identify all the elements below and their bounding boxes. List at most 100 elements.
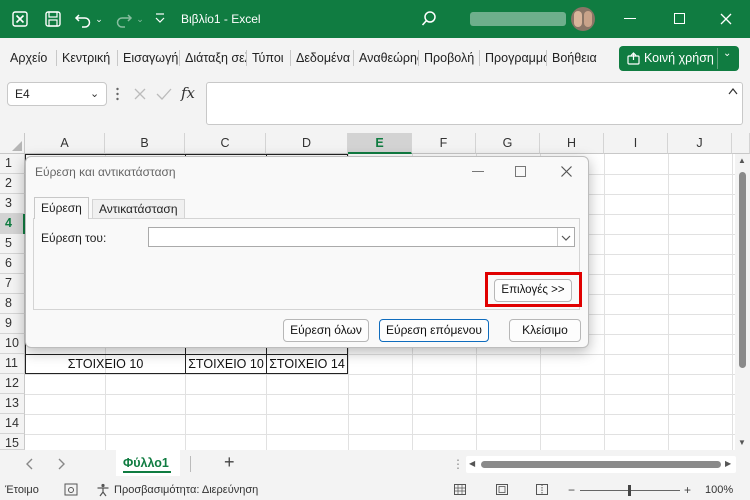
tab-file[interactable]: Αρχείο xyxy=(4,48,56,68)
column-header-selected[interactable]: E xyxy=(348,133,412,154)
undo-dropdown-icon[interactable]: ⌄ xyxy=(94,0,104,38)
dialog-tab-replace[interactable]: Αντικατάσταση xyxy=(92,199,185,219)
find-input[interactable] xyxy=(148,227,575,247)
options-button[interactable]: Επιλογές >> xyxy=(494,279,572,302)
vertical-scroll-thumb[interactable] xyxy=(739,172,746,368)
share-button[interactable]: Κοινή χρήση ⌄ xyxy=(619,46,739,71)
find-all-button[interactable]: Εύρεση όλων xyxy=(283,319,369,342)
close-window-icon[interactable] xyxy=(718,11,734,27)
zoom-out-icon[interactable]: − xyxy=(568,483,575,497)
redo-icon[interactable] xyxy=(115,10,133,28)
customize-toolbar-icon[interactable] xyxy=(154,11,166,25)
cancel-entry-icon[interactable] xyxy=(133,87,147,101)
vertical-scrollbar[interactable]: ▲ ▼ xyxy=(735,154,750,450)
tab-home[interactable]: Κεντρική xyxy=(56,48,117,68)
save-icon[interactable] xyxy=(44,10,62,28)
column-header[interactable]: G xyxy=(476,133,540,154)
prev-sheet-icon[interactable] xyxy=(24,457,34,471)
redo-dropdown-icon[interactable]: ⌄ xyxy=(135,0,145,38)
tab-help[interactable]: Βοήθεια xyxy=(546,48,606,68)
row-header[interactable]: 1 xyxy=(0,154,25,174)
more-options-icon[interactable] xyxy=(116,87,119,101)
accessibility-icon[interactable] xyxy=(96,483,110,497)
cell-d11[interactable]: ΣΤΟΙΧΕΙΟ 14 xyxy=(267,354,347,374)
sheet-tab-active[interactable]: Φύλλο1 xyxy=(116,450,180,476)
row-header[interactable]: 14 xyxy=(0,414,25,434)
row-header[interactable]: 15 xyxy=(0,434,25,450)
name-box-dropdown-icon[interactable]: ⌄ xyxy=(90,83,99,105)
name-box[interactable]: E4 ⌄ xyxy=(7,82,107,106)
row-header[interactable]: 2 xyxy=(0,174,25,194)
row-header[interactable]: 10 xyxy=(0,334,25,354)
row-header[interactable]: 5 xyxy=(0,234,25,254)
sheet-tab-underline xyxy=(123,471,171,473)
scroll-left-icon[interactable]: ◀ xyxy=(469,459,475,468)
tab-insert[interactable]: Εισαγωγή xyxy=(117,48,179,68)
tab-bar-menu-icon[interactable]: ⋮ xyxy=(452,457,464,471)
cell-c11[interactable]: ΣΤΟΙΧΕΙΟ 10 xyxy=(186,354,266,374)
maximize-icon[interactable] xyxy=(674,13,685,24)
page-layout-view-icon[interactable] xyxy=(496,484,508,495)
close-button[interactable]: Κλείσιμο xyxy=(509,319,581,342)
title-bar: ⌄ ⌄ Βιβλίο1 - Excel xyxy=(0,0,750,38)
row-header[interactable]: 8 xyxy=(0,294,25,314)
add-sheet-icon[interactable]: + xyxy=(224,452,235,473)
column-header[interactable]: B xyxy=(105,133,185,154)
find-dropdown-icon[interactable] xyxy=(560,232,572,242)
accessibility-status[interactable]: Προσβασιμότητα: Διερεύνηση xyxy=(114,484,258,496)
insert-function-icon[interactable]: fx xyxy=(181,84,195,102)
column-header[interactable]: C xyxy=(185,133,266,154)
tab-page-layout[interactable]: Διάταξη σελίδας xyxy=(179,48,246,68)
cell-a11[interactable]: ΣΤΟΙΧΕΙΟ 10 xyxy=(26,354,185,374)
zoom-in-icon[interactable]: + xyxy=(684,483,691,497)
scroll-right-icon[interactable]: ▶ xyxy=(725,459,731,468)
column-header[interactable]: I xyxy=(604,133,668,154)
tab-separator xyxy=(190,456,191,472)
row-header[interactable]: 13 xyxy=(0,394,25,414)
zoom-level[interactable]: 100% xyxy=(705,484,733,496)
tab-review[interactable]: Αναθεώρηση xyxy=(353,48,418,68)
dialog-tab-find[interactable]: Εύρεση xyxy=(34,197,89,219)
search-icon[interactable] xyxy=(420,10,438,28)
page-break-view-icon[interactable] xyxy=(536,484,548,495)
dialog-close-icon[interactable] xyxy=(560,165,573,178)
column-header[interactable]: A xyxy=(25,133,105,154)
formula-input[interactable] xyxy=(206,82,743,125)
tab-developer[interactable]: Προγραμματιστής xyxy=(479,48,546,68)
tab-formulas[interactable]: Τύποι xyxy=(246,48,290,68)
find-replace-dialog: Εύρεση και αντικατάσταση Εύρεση Αντικατά… xyxy=(25,156,589,348)
row-header[interactable]: 12 xyxy=(0,374,25,394)
tab-view[interactable]: Προβολή xyxy=(418,48,479,68)
dialog-minimize-icon[interactable] xyxy=(472,171,484,172)
zoom-slider-thumb[interactable] xyxy=(628,485,631,496)
undo-icon[interactable] xyxy=(74,10,92,28)
column-header[interactable]: D xyxy=(266,133,348,154)
row-header[interactable]: 6 xyxy=(0,254,25,274)
find-next-button[interactable]: Εύρεση επόμενου xyxy=(379,319,489,342)
row-header[interactable]: 11 xyxy=(0,354,25,374)
scroll-up-icon[interactable]: ▲ xyxy=(738,156,746,165)
row-header[interactable]: 9 xyxy=(0,314,25,334)
minimize-icon[interactable] xyxy=(624,18,636,19)
column-header[interactable]: J xyxy=(668,133,732,154)
column-header[interactable]: H xyxy=(540,133,604,154)
scroll-down-icon[interactable]: ▼ xyxy=(738,438,746,447)
normal-view-icon[interactable] xyxy=(454,484,466,495)
share-dropdown-icon[interactable]: ⌄ xyxy=(723,48,731,59)
select-all-corner[interactable] xyxy=(0,133,25,154)
horizontal-scrollbar[interactable]: ◀ ▶ xyxy=(466,456,736,473)
horizontal-scroll-thumb[interactable] xyxy=(481,461,721,468)
dialog-maximize-icon[interactable] xyxy=(515,166,526,177)
row-header-selected[interactable]: 4 xyxy=(0,214,25,234)
row-header[interactable]: 3 xyxy=(0,194,25,214)
avatar[interactable] xyxy=(571,7,595,31)
collapse-formula-bar-icon[interactable] xyxy=(727,85,739,95)
column-header[interactable]: F xyxy=(412,133,476,154)
tab-data[interactable]: Δεδομένα xyxy=(290,48,353,68)
next-sheet-icon[interactable] xyxy=(57,457,67,471)
status-bar: Έτοιμο Προσβασιμότητα: Διερεύνηση − + 10… xyxy=(0,480,750,500)
macro-record-icon[interactable] xyxy=(64,483,78,496)
row-header[interactable]: 7 xyxy=(0,274,25,294)
share-divider xyxy=(717,48,718,69)
confirm-entry-icon[interactable] xyxy=(156,87,172,101)
